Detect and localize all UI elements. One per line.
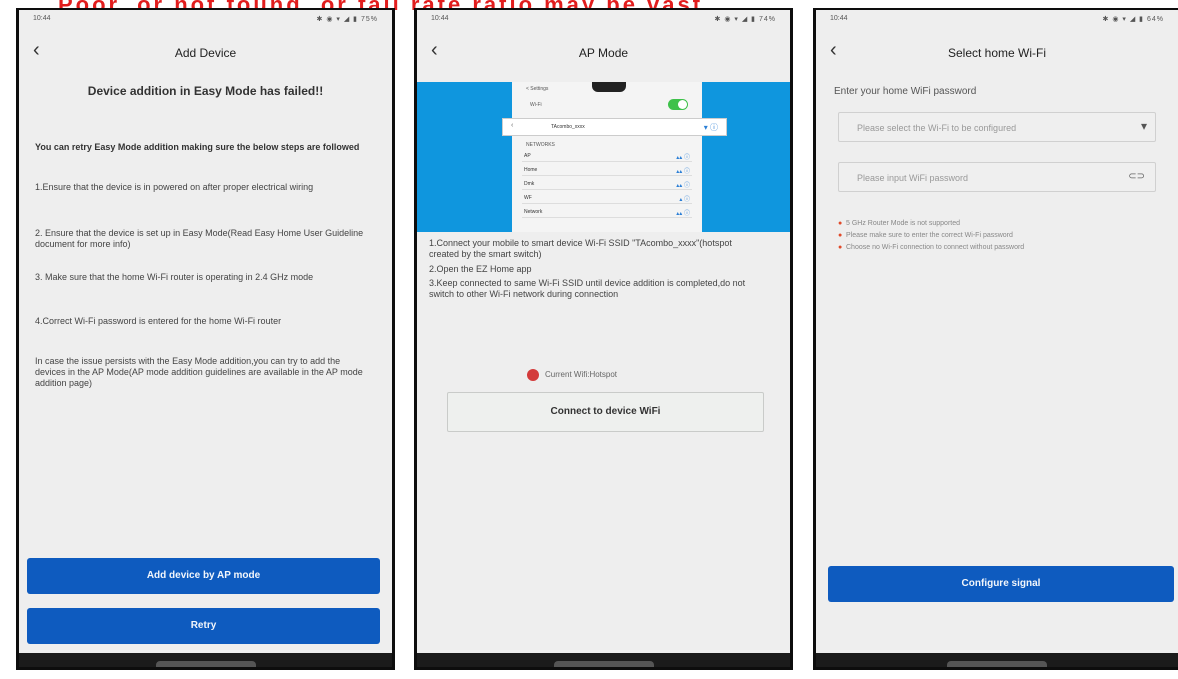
wifi-note-item: ● 5 GHz Router Mode is not supported [838,219,1168,229]
bullet-icon: ● [838,220,843,227]
app-bar: ‹ Select home Wi-Fi [816,38,1178,68]
ap-step-1: 1.Connect your mobile to smart device Wi… [429,238,732,259]
step-4: 4.Correct Wi-Fi password is entered for … [35,316,282,326]
step-1: 1.Ensure that the device is in powered o… [35,182,314,192]
step-3: 3. Make sure that the home Wi-Fi router … [35,272,314,282]
mock-network-row: Network ▴▴ ⓘ [522,206,692,218]
wifi-ssid-select[interactable]: Please select the Wi-Fi to be configured… [838,112,1156,142]
mock-section-label: NETWORKS [526,142,555,148]
status-time: 10:44 [830,15,848,22]
mock-header: < Settings [526,86,549,92]
phone-select-wifi: 10:44 ✱ ◉ ▾ ◢ ▮ 64% ‹ Select home Wi-Fi … [813,8,1178,670]
wifi-signal-icon: ▴▴ ⓘ [676,183,690,189]
current-wifi-status: Current Wifi:Hotspot [527,369,617,381]
ap-step-3: 3.Keep connected to same Wi-Fi SSID unti… [429,278,746,299]
bullet-icon: ● [838,232,843,239]
wifi-signal-icon: ▴▴ ⓘ [676,155,690,161]
wifi-toggle-icon [668,99,688,110]
notch [592,82,626,92]
wifi-password-prompt: Enter your home WiFi password [834,86,977,97]
status-time: 10:44 [33,15,51,22]
chevron-down-icon: ▾ [1140,119,1147,133]
status-icons: ✱ ◉ ▾ ◢ ▮ 64% [1102,16,1164,23]
wifi-signal-icon: ▴ ⓘ [679,197,690,203]
status-bar: 10:44 ✱ ◉ ▾ ◢ ▮ 64% [816,10,1178,26]
mock-network-row: WF ▴ ⓘ [522,192,692,204]
status-time: 10:44 [431,15,449,22]
failure-headline: Device addition in Easy Mode has failed!… [87,84,324,98]
status-icons: ✱ ◉ ▾ ◢ ▮ 75% [316,16,378,23]
status-bar: 10:44 ✱ ◉ ▾ ◢ ▮ 75% [19,10,392,26]
mock-network-name: AP [524,153,531,159]
mock-network-name: WF [524,195,532,201]
bullet-icon: ● [838,244,843,251]
status-dot-icon [527,369,539,381]
ap-step-2: 2.Open the EZ Home app [429,264,532,274]
mock-selected-network: ‹ TAcombo_xxxx ▾ ⓘ [502,118,727,136]
wifi-signal-icon: ▴▴ ⓘ [676,169,690,175]
wifi-signal-icon: ▾ ⓘ [703,123,718,132]
page-title: Add Device [174,46,237,60]
status-bar: 10:44 ✱ ◉ ▾ ◢ ▮ 74% [417,10,790,26]
home-indicator[interactable] [155,661,256,667]
app-bar: ‹ Add Device [19,38,392,68]
password-visibility-icon[interactable]: ⊂⊃ [1128,171,1145,182]
chevron-left-icon: ‹ [511,122,514,129]
home-indicator[interactable] [553,661,654,667]
mock-network-row: Home ▴▴ ⓘ [522,164,692,176]
wifi-note-text: Choose no Wi-Fi connection to connect wi… [846,244,1025,251]
phone-ap-mode: 10:44 ✱ ◉ ▾ ◢ ▮ 74% ‹ AP Mode < Settings… [414,8,793,670]
wifi-signal-icon: ▴▴ ⓘ [676,211,690,217]
mock-ssid: TAcombo_xxxx [551,124,585,130]
retry-button[interactable]: Retry [27,608,380,644]
phone-add-device: 10:44 ✱ ◉ ▾ ◢ ▮ 75% ‹ Add Device Device … [16,8,395,670]
add-by-ap-mode-button[interactable]: Add device by AP mode [27,558,380,594]
mock-network-row: AP ▴▴ ⓘ [522,150,692,162]
page-title: AP Mode [578,46,629,60]
ap-mode-illustration: < Settings Wi-Fi ‹ TAcombo_xxxx ▾ ⓘ NETW… [417,82,790,232]
page-title: Select home Wi-Fi [947,46,1047,60]
ap-mode-note: In case the issue persists with the Easy… [35,356,363,388]
current-wifi-label: Current Wifi:Hotspot [545,370,618,380]
status-icons: ✱ ◉ ▾ ◢ ▮ 74% [714,16,776,23]
mock-network-row: Dmk ▴▴ ⓘ [522,178,692,190]
password-placeholder: Please input WiFi password [857,173,969,183]
wifi-note-item: ● Choose no Wi-Fi connection to connect w… [838,243,1168,253]
mock-network-name: Home [524,167,538,173]
wifi-notes-list: ● 5 GHz Router Mode is not supported ● Ple… [838,219,1168,255]
retry-intro: You can retry Easy Mode addition making … [35,142,360,152]
wifi-note-text: 5 GHz Router Mode is not supported [846,220,961,227]
mock-network-name: Dmk [524,181,535,187]
mock-wlan-label: Wi-Fi [530,102,542,108]
home-indicator[interactable] [947,661,1047,667]
wifi-note-text: Please make sure to enter the correct Wi… [846,232,1013,239]
connect-device-wifi-button[interactable]: Connect to device WiFi [447,392,764,432]
mock-network-name: Network [524,209,543,215]
configure-signal-button[interactable]: Configure signal [828,566,1174,602]
phone-wifi-settings-mockup: < Settings Wi-Fi ‹ TAcombo_xxxx ▾ ⓘ NETW… [502,82,727,232]
app-bar: ‹ AP Mode [417,38,790,68]
step-2: 2. Ensure that the device is set up in E… [35,228,364,249]
ssid-placeholder: Please select the Wi-Fi to be configured [857,123,1017,133]
wifi-password-input[interactable]: Please input WiFi password ⊂⊃ [838,162,1156,192]
wifi-note-item: ● Please make sure to enter the correct W… [838,231,1168,241]
